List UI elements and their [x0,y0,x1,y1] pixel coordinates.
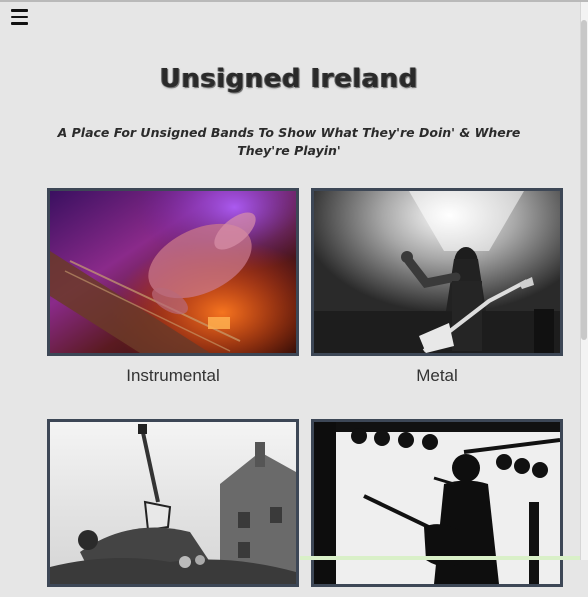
window-top-border [0,0,588,2]
hamburger-menu-icon[interactable] [11,9,28,26]
genre-card-3[interactable] [47,419,299,597]
site-title: Unsigned Ireland [159,64,419,94]
genre-image-instrumental[interactable] [47,188,299,356]
genre-label-instrumental[interactable]: Instrumental [47,366,299,386]
metal-guitarist-stage-photo [314,191,560,353]
scrollbar-thumb[interactable] [581,20,587,340]
genre-card-metal[interactable]: Metal [311,188,563,386]
menu-bar [11,22,28,25]
genre-image-metal[interactable] [311,188,563,356]
bottom-edge-strip [300,556,580,560]
vertical-scrollbar[interactable] [580,2,588,560]
genre-image-4[interactable] [311,419,563,587]
genre-image-3[interactable] [47,419,299,587]
menu-bar [11,9,28,12]
genre-label-metal[interactable]: Metal [311,366,563,386]
menu-bar [11,15,28,18]
genre-card-4[interactable] [311,419,563,597]
genre-card-instrumental[interactable]: Instrumental [47,188,299,386]
site-tagline: A Place For Unsigned Bands To Show What … [57,125,521,158]
guitar-closeup-photo [50,191,296,353]
